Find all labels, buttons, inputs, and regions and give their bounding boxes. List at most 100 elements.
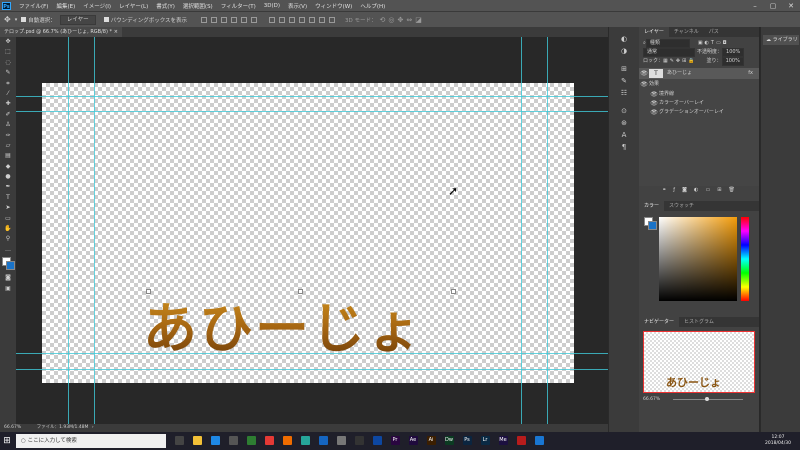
- screen-mode-icon[interactable]: ▣: [0, 284, 16, 294]
- taskbar-media-encoder-icon[interactable]: Me: [494, 432, 512, 450]
- layer-row[interactable]: 👁 T あひーじょ fx: [639, 68, 759, 79]
- clock[interactable]: 12:07 2018/04/30: [756, 435, 800, 447]
- 3d-slide-icon[interactable]: ⇔: [406, 16, 412, 24]
- tab-channels[interactable]: チャンネル: [669, 27, 704, 37]
- adjustments-panel-icon[interactable]: ⊞: [609, 63, 639, 75]
- crop-tool-icon[interactable]: ⌗: [0, 79, 16, 89]
- eye-icon[interactable]: 👁: [639, 79, 649, 90]
- transform-handle[interactable]: [146, 289, 151, 294]
- opacity-input[interactable]: 100%: [722, 48, 745, 57]
- taskbar-photoshop-icon[interactable]: Ps: [458, 432, 476, 450]
- zoom-level[interactable]: 66.67%: [4, 425, 21, 430]
- fill-input[interactable]: 100%: [721, 57, 744, 66]
- menu-type[interactable]: 書式(Y): [152, 2, 179, 10]
- gradient-tool-icon[interactable]: ▤: [0, 151, 16, 161]
- filter-icons[interactable]: ▣◐T▭◘: [698, 39, 729, 48]
- eraser-tool-icon[interactable]: ▱: [0, 141, 16, 151]
- effect-row[interactable]: 👁 境界線: [639, 90, 759, 99]
- brush-settings-icon[interactable]: ☷: [609, 87, 639, 99]
- taskbar-app-blue-icon[interactable]: [314, 432, 332, 450]
- menu-filter[interactable]: フィルター(T): [217, 2, 260, 10]
- align-top-icon[interactable]: [201, 16, 208, 23]
- menu-file[interactable]: ファイル(F): [15, 2, 52, 10]
- eye-icon[interactable]: 👁: [639, 68, 649, 79]
- link-icon[interactable]: ⚭: [662, 186, 667, 195]
- shape-tool-icon[interactable]: ▭: [0, 214, 16, 224]
- quick-mask-icon[interactable]: ◙: [0, 273, 16, 283]
- tab-navigator[interactable]: ナビゲーター: [639, 317, 680, 327]
- eyedropper-tool-icon[interactable]: ⁄: [0, 89, 16, 99]
- adjustment-icon[interactable]: ◐: [694, 186, 699, 195]
- 3d-scale-icon[interactable]: ◪: [415, 16, 422, 24]
- taskbar-folder-icon[interactable]: [188, 432, 206, 450]
- align-bottom-icon[interactable]: [221, 16, 228, 23]
- move-tool-icon[interactable]: ✥: [4, 15, 11, 24]
- menu-view[interactable]: 表示(V): [284, 2, 311, 10]
- menu-3d[interactable]: 3D(D): [260, 3, 284, 9]
- brush-panel-icon[interactable]: ✎: [609, 75, 639, 87]
- taskbar-acrobat-icon[interactable]: [512, 432, 530, 450]
- document-tab[interactable]: テロップ.psd @ 66.7% (あひーじょ, RGB/8) * ×: [0, 27, 122, 37]
- distribute-hcenter-icon[interactable]: [309, 16, 316, 23]
- tab-histogram[interactable]: ヒストグラム: [679, 317, 719, 327]
- align-vcenter-icon[interactable]: [211, 16, 218, 23]
- distribute-vcenter-icon[interactable]: [279, 16, 286, 23]
- trash-icon[interactable]: 🗑: [729, 186, 736, 195]
- taskbar-chrome-icon[interactable]: [260, 432, 278, 450]
- navigator-zoom[interactable]: 66.67%: [643, 397, 660, 402]
- taskbar-store-icon[interactable]: [224, 432, 242, 450]
- taskbar-photos-icon[interactable]: [530, 432, 548, 450]
- quick-select-tool-icon[interactable]: ✎: [0, 68, 16, 78]
- menu-edit[interactable]: 編集(E): [52, 2, 79, 10]
- fx-menu-icon[interactable]: ƒ: [673, 186, 676, 195]
- menu-select[interactable]: 選択範囲(S): [179, 2, 217, 10]
- auto-select-checkbox[interactable]: [21, 17, 27, 22]
- taskbar-search-input[interactable]: ○ ここに入力して検索: [16, 434, 166, 448]
- tool-preset-chevron-icon[interactable]: ▾: [15, 17, 18, 23]
- taskbar-task-view-icon[interactable]: [170, 432, 188, 450]
- navigator-preview[interactable]: あひーじょ: [643, 331, 755, 393]
- taskbar-edge-icon[interactable]: [206, 432, 224, 450]
- eye-icon[interactable]: 👁: [649, 99, 659, 108]
- bbox-checkbox[interactable]: [103, 17, 109, 22]
- taskbar-app-gray-icon[interactable]: [332, 432, 350, 450]
- close-window-button[interactable]: ✕: [782, 2, 800, 10]
- tab-swatches[interactable]: スウォッチ: [664, 201, 699, 211]
- status-arrow-icon[interactable]: ›: [92, 425, 94, 430]
- transform-handle[interactable]: [298, 289, 303, 294]
- layer-name[interactable]: あひーじょ: [667, 68, 692, 79]
- marquee-tool-icon[interactable]: ⬚: [0, 47, 16, 57]
- type-tool-icon[interactable]: T: [0, 193, 16, 203]
- auto-align-icon[interactable]: [329, 16, 336, 23]
- transform-handle[interactable]: [451, 289, 456, 294]
- character-panel-icon[interactable]: A: [609, 129, 639, 141]
- text-layer-content[interactable]: あひーじょ: [143, 284, 423, 363]
- more-tools-icon[interactable]: …: [0, 245, 16, 255]
- tab-layers[interactable]: レイヤー: [639, 27, 669, 37]
- maximize-button[interactable]: ▢: [764, 2, 782, 10]
- 3d-rotate-icon[interactable]: ⟲: [380, 16, 386, 24]
- glyphs-panel-icon[interactable]: ⊛: [609, 117, 639, 129]
- color-swatches[interactable]: [0, 255, 16, 273]
- layer-filter-dropdown[interactable]: 種類: [645, 39, 690, 48]
- dodge-tool-icon[interactable]: ●: [0, 172, 16, 182]
- distribute-top-icon[interactable]: [269, 16, 276, 23]
- auto-select-dropdown[interactable]: レイヤー: [59, 14, 96, 25]
- close-tab-icon[interactable]: ×: [114, 27, 118, 37]
- stamp-tool-icon[interactable]: ♙: [0, 120, 16, 130]
- navigator-slider-thumb[interactable]: [705, 397, 709, 401]
- fx-icon[interactable]: fx: [748, 68, 753, 79]
- eye-icon[interactable]: 👁: [649, 108, 659, 117]
- align-hcenter-icon[interactable]: [241, 16, 248, 23]
- lock-icons[interactable]: ▦✎✥⊞🔒: [663, 57, 697, 66]
- healing-brush-tool-icon[interactable]: ✚: [0, 99, 16, 109]
- mask-icon[interactable]: ◙: [682, 186, 688, 195]
- background-color-swatch[interactable]: [6, 261, 15, 271]
- distribute-left-icon[interactable]: [299, 16, 306, 23]
- 3d-pan-icon[interactable]: ✥: [398, 16, 404, 24]
- guide-horizontal[interactable]: [16, 111, 608, 112]
- menu-help[interactable]: ヘルプ(H): [356, 2, 389, 10]
- taskbar-app-dark-icon[interactable]: [350, 432, 368, 450]
- new-layer-icon[interactable]: ⊞: [717, 186, 722, 195]
- 3d-roll-icon[interactable]: ◎: [388, 16, 394, 24]
